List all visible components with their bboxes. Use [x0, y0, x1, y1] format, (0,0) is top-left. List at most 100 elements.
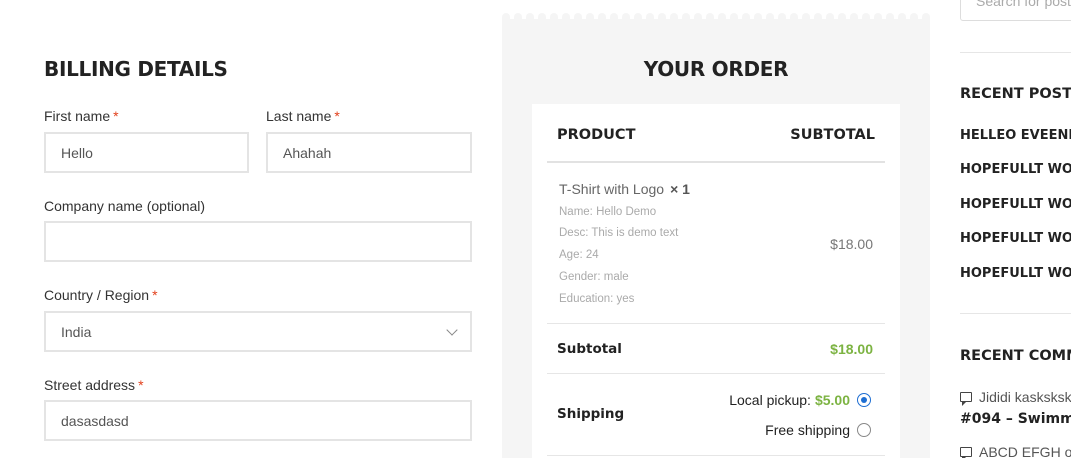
scallop-bump	[814, 13, 822, 21]
shipping-label: Shipping	[557, 406, 625, 422]
scallop-bump	[562, 13, 570, 21]
product-meta: Age: 24	[559, 249, 599, 261]
scallop-bump	[706, 13, 714, 21]
product-meta: Gender: male	[559, 271, 629, 283]
comment-author[interactable]: Jididi kasksksksk	[979, 389, 1071, 405]
required-mark: *	[113, 108, 119, 124]
chevron-down-icon	[446, 324, 458, 336]
scallop-bump	[826, 13, 834, 21]
recent-post-link[interactable]: HOPEFULLT WORKS	[960, 231, 1071, 246]
country-select[interactable]: India	[44, 311, 472, 352]
street-field[interactable]: dasasdasd	[44, 400, 472, 441]
divider	[960, 313, 1071, 314]
recent-post-link[interactable]: HOPEFULLT WORKS	[960, 162, 1071, 177]
scallop-bump	[526, 13, 534, 21]
scallop-bump	[598, 13, 606, 21]
comment-icon	[960, 392, 972, 406]
last-name-field[interactable]: Ahahah	[266, 132, 472, 173]
product-meta: Desc: This is demo text	[559, 227, 679, 239]
scallop-bump	[610, 13, 618, 21]
scallop-bump	[922, 13, 930, 21]
product-meta: Education: yes	[559, 293, 635, 305]
shipping-option-label: Local pickup:	[729, 392, 811, 408]
country-label: Country / Region *	[44, 287, 158, 303]
required-mark: *	[334, 108, 340, 124]
scallop-bump	[574, 13, 582, 21]
scallop-bump	[790, 13, 798, 21]
subtotal-label: Subtotal	[557, 341, 622, 357]
first-name-label: First name *	[44, 108, 119, 124]
product-qty: × 1	[670, 181, 690, 197]
country-value: India	[61, 323, 92, 340]
company-label-text: Company name (optional)	[44, 198, 206, 214]
scallop-bump	[910, 13, 918, 21]
search-placeholder: Search for posts	[976, 0, 1071, 9]
scallop-bump	[862, 13, 870, 21]
recent-posts-title: RECENT POSTS	[960, 86, 1071, 102]
scallop-bump	[898, 13, 906, 21]
first-name-field[interactable]: Hello	[44, 132, 249, 173]
order-panel-edge	[502, 13, 930, 21]
company-label: Company name (optional)	[44, 198, 205, 214]
recent-comments-title: RECENT COMMENTS	[960, 348, 1071, 364]
scallop-bump	[550, 13, 558, 21]
scallop-bump	[730, 13, 738, 21]
product-price: $18.00	[830, 236, 873, 252]
scallop-bump	[718, 13, 726, 21]
scallop-bump	[886, 13, 894, 21]
comment-item: ABCD EFGH on	[960, 444, 1071, 458]
subtotal-value: $18.00	[830, 341, 873, 357]
last-name-label-text: Last name	[266, 108, 332, 124]
last-name-value: Ahahah	[283, 144, 332, 161]
scallop-bump	[538, 13, 546, 21]
recent-post-link[interactable]: HOPEFULLT WORKS	[960, 266, 1071, 281]
recent-post-link[interactable]: HOPEFULLT WORKS	[960, 197, 1071, 212]
scallop-bump	[838, 13, 846, 21]
street-label-text: Street address	[44, 377, 136, 393]
scallop-bump	[502, 13, 510, 21]
divider	[547, 323, 885, 324]
scallop-bump	[622, 13, 630, 21]
recent-post-link[interactable]: HELLEO EVEENENENT	[960, 128, 1071, 143]
company-field[interactable]	[44, 221, 472, 262]
scallop-bump	[682, 13, 690, 21]
scallop-bump	[646, 13, 654, 21]
product-name: T-Shirt with Logo × 1	[559, 181, 690, 197]
divider	[960, 52, 1071, 53]
shipping-option-price: $5.00	[814, 392, 850, 408]
street-label: Street address *	[44, 377, 144, 393]
scallop-bump	[586, 13, 594, 21]
comment-icon	[960, 447, 972, 458]
billing-title: BILLING DETAILS	[44, 57, 228, 81]
required-mark: *	[152, 287, 158, 303]
comment-author[interactable]: ABCD EFGH on	[979, 444, 1071, 458]
shipping-option-local-pickup[interactable]: Local pickup: $5.00	[729, 392, 871, 408]
order-title: YOUR ORDER	[643, 57, 789, 81]
street-value: dasasdasd	[61, 412, 129, 429]
scallop-bump	[514, 13, 522, 21]
last-name-label: Last name *	[266, 108, 340, 124]
comment-post-link[interactable]: #094 – Swimming	[960, 411, 1071, 427]
scallop-bump	[778, 13, 786, 21]
divider	[547, 455, 885, 456]
divider	[547, 161, 885, 163]
shipping-option-label: Free shipping	[765, 422, 850, 438]
scallop-bump	[670, 13, 678, 21]
radio-selected-icon[interactable]	[857, 393, 871, 407]
scallop-bump	[874, 13, 882, 21]
scallop-bump	[766, 13, 774, 21]
search-input[interactable]: Search for posts	[960, 0, 1071, 21]
scallop-bump	[658, 13, 666, 21]
scallop-bump	[754, 13, 762, 21]
comment-item: Jididi kasksksksk	[960, 389, 1071, 406]
scallop-bump	[742, 13, 750, 21]
divider	[547, 373, 885, 374]
required-mark: *	[138, 377, 144, 393]
radio-unselected-icon[interactable]	[857, 423, 871, 437]
shipping-option-free-shipping[interactable]: Free shipping	[765, 422, 871, 438]
col-product: PRODUCT	[557, 127, 636, 143]
first-name-label-text: First name	[44, 108, 111, 124]
product-title: T-Shirt with Logo	[559, 181, 665, 197]
scallop-bump	[802, 13, 810, 21]
scallop-bump	[694, 13, 702, 21]
